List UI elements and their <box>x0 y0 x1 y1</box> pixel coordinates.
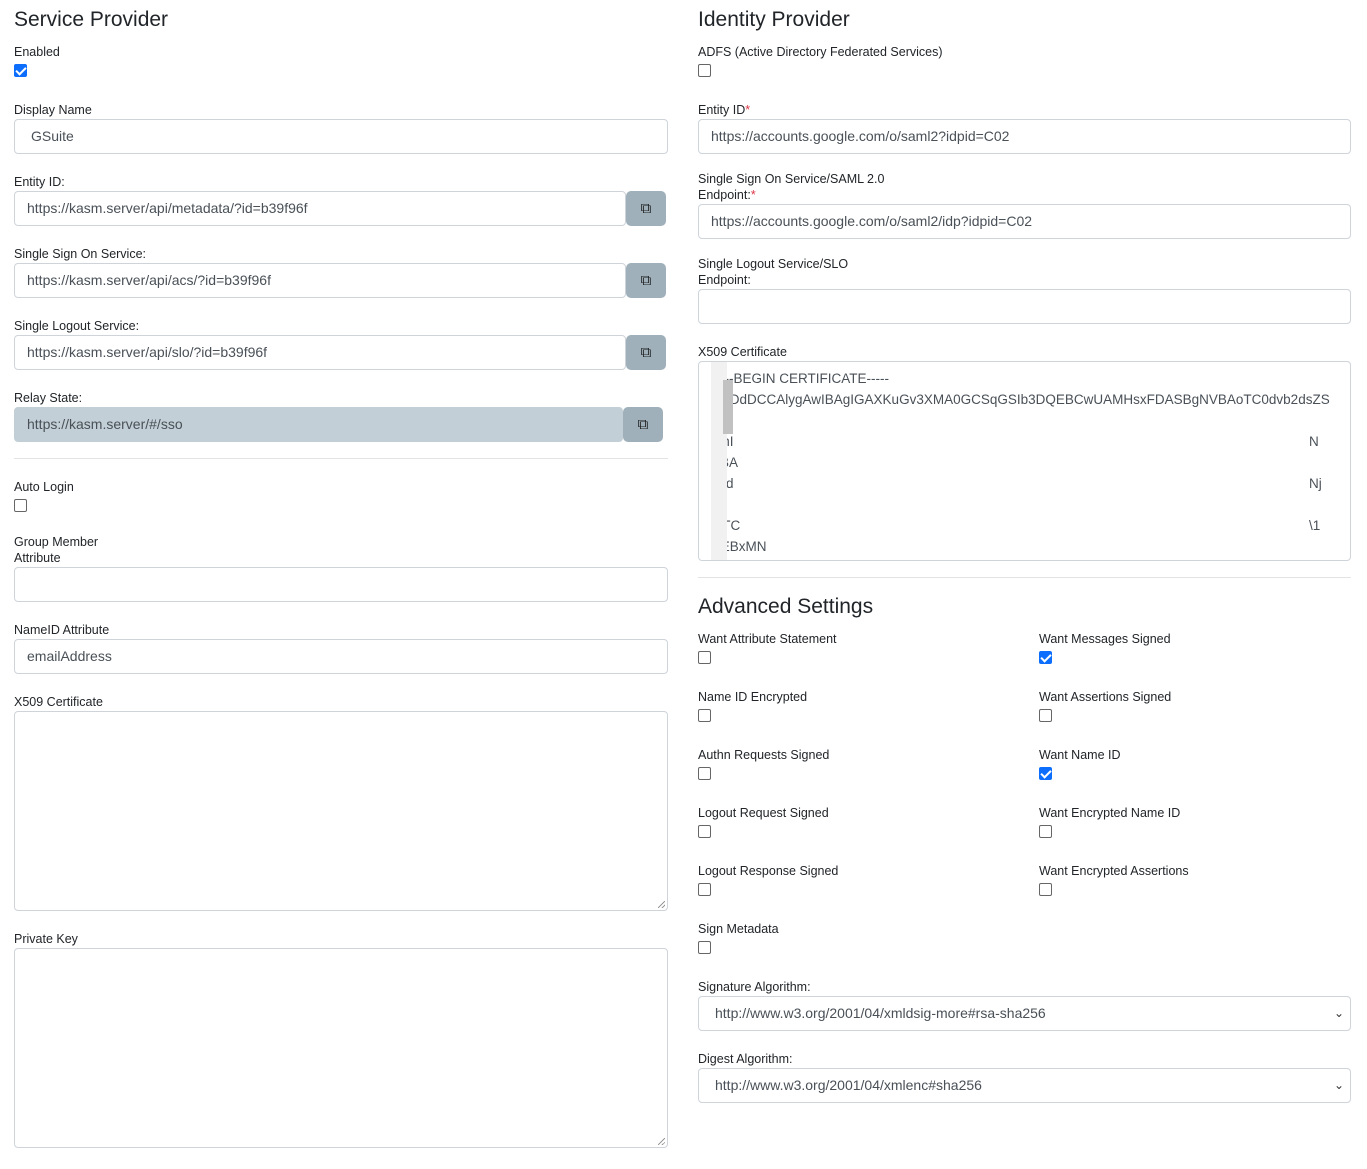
private-key-label: Private Key <box>14 932 78 946</box>
display-name-label: Display Name <box>14 103 92 117</box>
sso-label: Single Sign On Service: <box>14 247 147 261</box>
scrollbar-thumb[interactable] <box>723 380 733 434</box>
adv-checkbox[interactable] <box>698 825 711 838</box>
divider <box>14 458 668 459</box>
required-mark: * <box>745 103 751 117</box>
adv-checkbox[interactable] <box>1039 651 1052 664</box>
adfs-checkbox[interactable] <box>698 64 711 77</box>
idp-x509-textarea[interactable]: -----BEGIN CERTIFICATE----- MIIDdDCCAlyg… <box>698 361 1351 561</box>
idp-sso-input[interactable]: https://accounts.google.com/o/saml2/idp?… <box>698 204 1351 239</box>
digest-algorithm-select[interactable]: http://www.w3.org/2001/04/xmlenc#sha256 ⌄ <box>698 1068 1351 1103</box>
adv-check-label: Want Messages Signed <box>1039 632 1171 646</box>
copy-relay-button[interactable]: ⧉ <box>623 407 663 442</box>
adv-check-label: Logout Response Signed <box>698 864 839 878</box>
required-mark: * <box>750 188 756 202</box>
adv-checkbox[interactable] <box>698 709 711 722</box>
group-label: Group Member Attribute <box>14 534 98 566</box>
adv-check-label: Sign Metadata <box>698 922 779 936</box>
digest-alg-label: Digest Algorithm: <box>698 1052 793 1066</box>
entity-id-input[interactable]: https://kasm.server/api/metadata/?id=b39… <box>14 191 626 226</box>
private-key-textarea[interactable] <box>14 948 668 1148</box>
idp-title: Identity Provider <box>698 8 850 31</box>
relay-state-input[interactable]: https://kasm.server/#/sso <box>14 407 623 442</box>
group-label-line2: Attribute <box>14 551 61 565</box>
label-text: Endpoint: <box>698 273 751 287</box>
adv-check-label: Want Encrypted Name ID <box>1039 806 1181 820</box>
chevron-down-icon: ⌄ <box>1333 1006 1344 1020</box>
adv-checkbox[interactable] <box>1039 825 1052 838</box>
adv-checkbox[interactable] <box>1039 709 1052 722</box>
auto-login-label: Auto Login <box>14 480 74 494</box>
label-text: Single Sign On Service/SAML 2.0 <box>698 172 885 186</box>
adv-checkbox[interactable] <box>698 883 711 896</box>
cert-fragment: N <box>1309 434 1319 449</box>
copy-slo-button[interactable]: ⧉ <box>626 335 666 370</box>
sig-alg-label: Signature Algorithm: <box>698 980 811 994</box>
cert-fragment: Nj <box>1309 476 1322 491</box>
sp-title: Service Provider <box>14 8 169 31</box>
adv-check-label: Want Encrypted Assertions <box>1039 864 1189 878</box>
idp-slo-input[interactable] <box>698 289 1351 324</box>
slo-label: Single Logout Service: <box>14 319 140 333</box>
adv-check-label: Authn Requests Signed <box>698 748 830 762</box>
slo-input[interactable]: https://kasm.server/api/slo/?id=b39f96f <box>14 335 626 370</box>
copy-entity-id-button[interactable]: ⧉ <box>626 191 666 226</box>
sp-x509-textarea[interactable] <box>14 711 668 911</box>
adv-check-label: Want Assertions Signed <box>1039 690 1172 704</box>
cert-fragment: \1 <box>1309 518 1321 533</box>
copy-icon: ⧉ <box>640 272 652 289</box>
auto-login-checkbox[interactable] <box>14 499 27 512</box>
cert-line: MIIDdDCCAlygAwIBAgIGAXKuGv3XMA0GCSqGSIb3… <box>711 392 1330 407</box>
adv-check-label: Logout Request Signed <box>698 806 829 820</box>
relay-label: Relay State: <box>14 391 83 405</box>
divider <box>698 577 1351 578</box>
copy-sso-button[interactable]: ⧉ <box>626 263 666 298</box>
idp-entity-id-input[interactable]: https://accounts.google.com/o/saml2?idpi… <box>698 119 1351 154</box>
adv-check-label: Name ID Encrypted <box>698 690 808 704</box>
label-text: Single Logout Service/SLO <box>698 257 849 271</box>
adv-checkbox[interactable] <box>698 941 711 954</box>
label-text: Endpoint: <box>698 188 751 202</box>
cert-line: -----BEGIN CERTIFICATE----- <box>711 371 889 386</box>
enabled-checkbox[interactable] <box>14 64 27 77</box>
adfs-label: ADFS (Active Directory Federated Service… <box>698 45 943 59</box>
adv-check-label: Want Attribute Statement <box>698 632 837 646</box>
signature-algorithm-select[interactable]: http://www.w3.org/2001/04/xmldsig-more#r… <box>698 996 1351 1031</box>
copy-icon: ⧉ <box>637 416 649 433</box>
enabled-label: Enabled <box>14 45 60 59</box>
selected-value: http://www.w3.org/2001/04/xmldsig-more#r… <box>715 1005 1046 1021</box>
sp-x509-label: X509 Certificate <box>14 695 103 709</box>
label-text: Entity ID <box>698 103 746 117</box>
advanced-title: Advanced Settings <box>698 595 874 618</box>
adv-checkbox[interactable] <box>698 767 711 780</box>
idp-x509-label: X509 Certificate <box>698 345 787 359</box>
group-attribute-input[interactable] <box>14 567 668 602</box>
group-label-line1: Group Member <box>14 535 99 549</box>
display-name-input[interactable]: GSuite <box>14 119 668 154</box>
adv-checkbox[interactable] <box>1039 767 1052 780</box>
idp-slo-label: Single Logout Service/SLO Endpoint: <box>698 256 848 288</box>
adv-checkbox[interactable] <box>698 651 711 664</box>
selected-value: http://www.w3.org/2001/04/xmlenc#sha256 <box>715 1077 982 1093</box>
nameid-label: NameID Attribute <box>14 623 110 637</box>
adv-checkbox[interactable] <box>1039 883 1052 896</box>
idp-sso-label: Single Sign On Service/SAML 2.0 Endpoint:… <box>698 171 884 203</box>
idp-entity-id-label: Entity ID* <box>698 102 750 118</box>
nameid-input[interactable]: emailAddress <box>14 639 668 674</box>
copy-icon: ⧉ <box>640 200 652 217</box>
entity-id-label: Entity ID: <box>14 175 65 189</box>
sso-input[interactable]: https://kasm.server/api/acs/?id=b39f96f <box>14 263 626 298</box>
chevron-down-icon: ⌄ <box>1333 1078 1344 1092</box>
copy-icon: ⧉ <box>640 344 652 361</box>
cert-scrollbar[interactable] <box>711 362 733 560</box>
adv-check-label: Want Name ID <box>1039 748 1121 762</box>
